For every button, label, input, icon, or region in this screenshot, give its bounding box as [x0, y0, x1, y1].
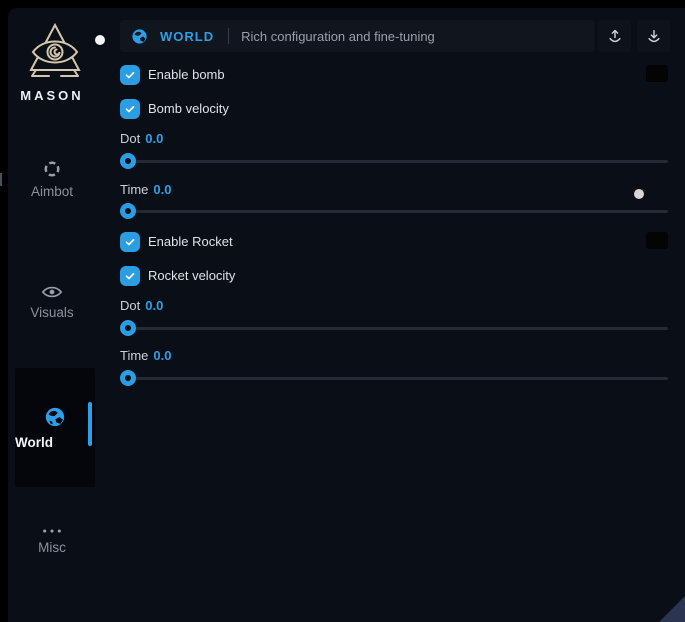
thumb-hole — [125, 375, 131, 381]
rocket-time-slider-thumb[interactable] — [120, 370, 136, 386]
bomb-dot-slider-track[interactable] — [120, 160, 668, 163]
rocket-color-swatch[interactable] — [646, 232, 668, 249]
check-icon — [124, 103, 136, 115]
page-header: WORLD Rich configuration and fine-tuning — [120, 20, 595, 52]
sidebar-item-label: Visuals — [8, 305, 96, 320]
sidebar-item-world[interactable]: World — [15, 368, 95, 487]
rocket-dot-slider-track[interactable] — [120, 327, 668, 330]
bomb-time-slider-track[interactable] — [120, 210, 668, 213]
globe-icon — [44, 406, 66, 428]
upload-icon — [606, 27, 624, 45]
slider-value: 0.0 — [153, 182, 171, 197]
cursor-dot — [95, 35, 105, 45]
enable-bomb-checkbox[interactable] — [120, 65, 140, 85]
slider-name: Dot — [120, 131, 140, 146]
stray-dot — [634, 189, 644, 199]
corner-accent — [659, 596, 685, 622]
slider-name: Time — [120, 182, 148, 197]
app-window: MASON Aimbot Visuals — [8, 8, 685, 622]
rocket-time-slider-track[interactable] — [120, 377, 668, 380]
sidebar-item-label: Misc — [8, 540, 96, 555]
slider-name: Dot — [120, 298, 140, 313]
check-icon — [124, 236, 136, 248]
sidebar: MASON Aimbot Visuals — [8, 8, 120, 622]
slider-value: 0.0 — [145, 131, 163, 146]
bomb-dot-slider-label: Dot 0.0 — [120, 132, 163, 146]
enable-rocket-label: Enable Rocket — [148, 232, 233, 252]
rocket-dot-slider-label: Dot 0.0 — [120, 299, 163, 313]
slider-name: Time — [120, 348, 148, 363]
edge-tick — [0, 173, 2, 186]
thumb-hole — [125, 158, 131, 164]
header-divider — [228, 28, 229, 44]
page-title: WORLD — [160, 29, 214, 44]
ellipsis-icon — [41, 527, 63, 535]
sidebar-item-misc[interactable]: Misc — [8, 527, 96, 555]
enable-rocket-checkbox[interactable] — [120, 232, 140, 252]
globe-icon — [131, 28, 148, 45]
rocket-dot-slider-thumb[interactable] — [120, 320, 136, 336]
slider-value: 0.0 — [145, 298, 163, 313]
slider-value: 0.0 — [153, 348, 171, 363]
bomb-time-slider-label: Time 0.0 — [120, 183, 171, 197]
bomb-velocity-label: Bomb velocity — [148, 99, 229, 119]
bomb-time-slider-thumb[interactable] — [120, 203, 136, 219]
sidebar-item-aimbot[interactable]: Aimbot — [8, 159, 96, 199]
rocket-velocity-label: Rocket velocity — [148, 266, 235, 286]
active-tab-indicator — [88, 402, 92, 446]
thumb-hole — [125, 325, 131, 331]
eye-icon — [41, 284, 63, 300]
download-config-button[interactable] — [637, 20, 670, 52]
crosshair-icon — [42, 159, 62, 179]
thumb-hole — [125, 208, 131, 214]
bomb-color-swatch[interactable] — [646, 65, 668, 82]
mason-logo-icon — [24, 20, 86, 84]
enable-bomb-label: Enable bomb — [148, 65, 225, 85]
brand-name: MASON — [8, 88, 96, 103]
bomb-dot-slider-thumb[interactable] — [120, 153, 136, 169]
upload-config-button[interactable] — [598, 20, 631, 52]
screen: MASON Aimbot Visuals — [0, 0, 685, 622]
bomb-velocity-checkbox[interactable] — [120, 99, 140, 119]
rocket-velocity-checkbox[interactable] — [120, 266, 140, 286]
rocket-time-slider-label: Time 0.0 — [120, 349, 171, 363]
download-icon — [645, 27, 663, 45]
sidebar-item-visuals[interactable]: Visuals — [8, 284, 96, 320]
check-icon — [124, 69, 136, 81]
sidebar-item-label: World — [15, 435, 95, 450]
page-subtitle: Rich configuration and fine-tuning — [241, 29, 435, 44]
sidebar-item-label: Aimbot — [8, 184, 96, 199]
check-icon — [124, 270, 136, 282]
